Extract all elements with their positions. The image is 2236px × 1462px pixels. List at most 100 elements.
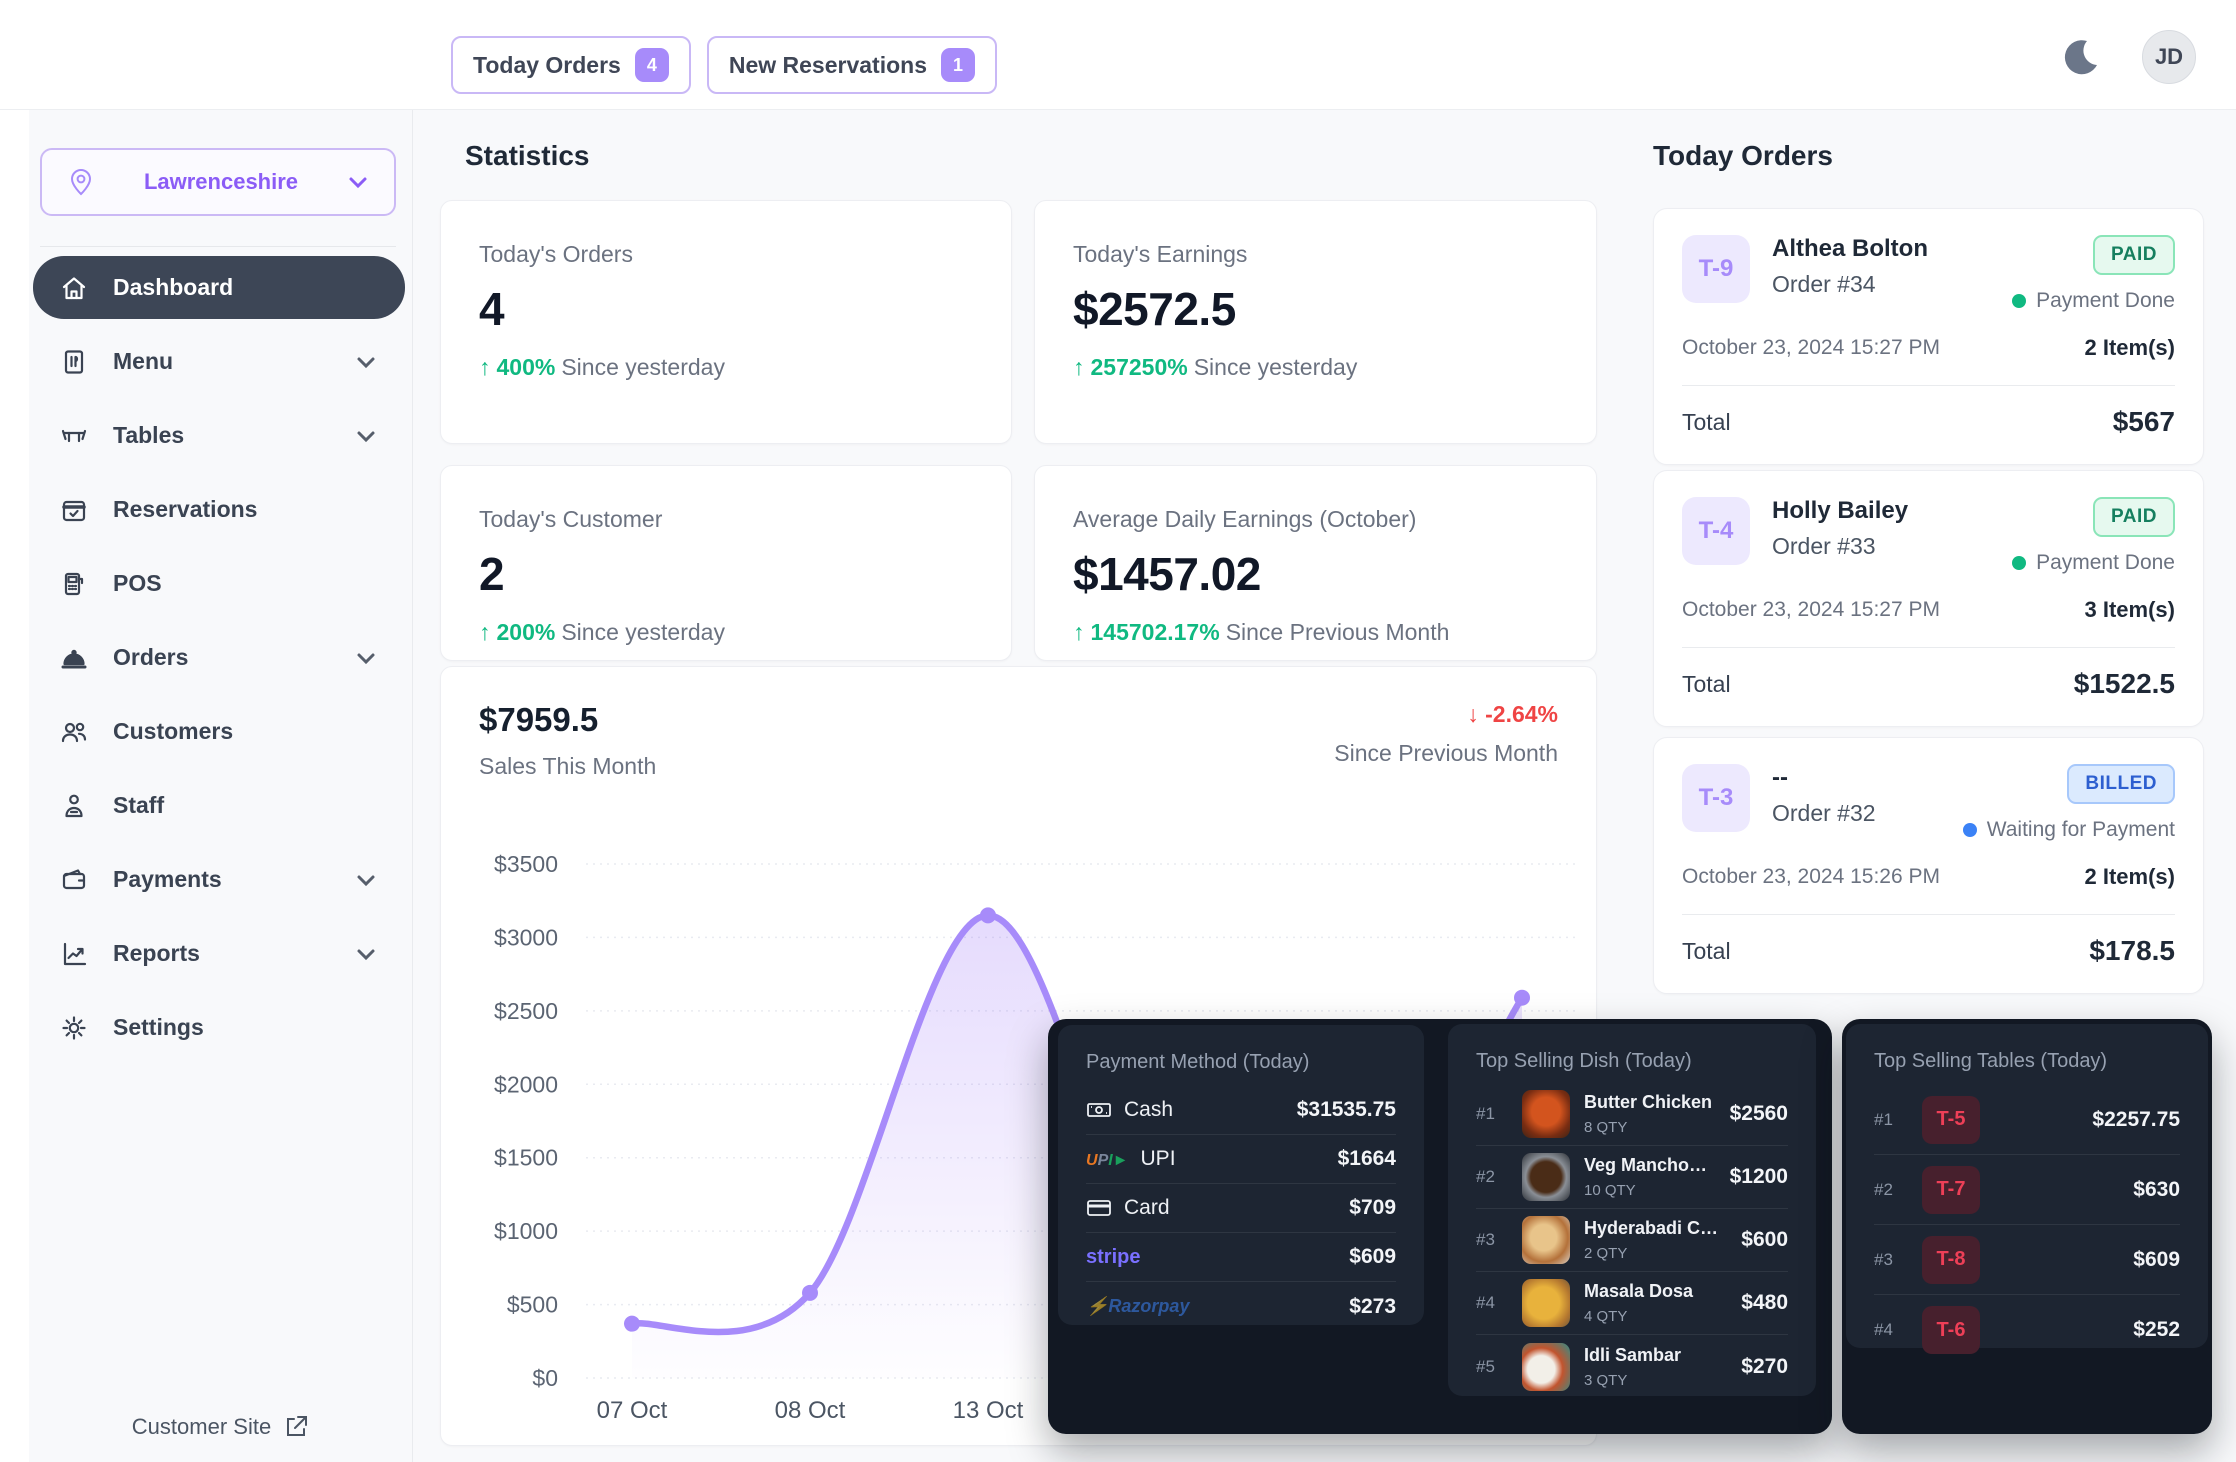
top-selling-dish-rows: #1 Butter Chicken 8 QTY $2560 #2 Veg Man… [1476,1083,1788,1398]
sidebar-item-label: Reports [113,940,329,967]
dish-qty: 8 QTY [1584,1119,1716,1136]
dish-qty: 4 QTY [1584,1308,1727,1325]
top-dish-row: #1 Butter Chicken 8 QTY $2560 [1476,1083,1788,1146]
topbar-tab-today-orders[interactable]: Today Orders 4 [451,36,691,94]
stat-value: 2 [479,547,973,601]
dish-rank: #2 [1476,1167,1508,1187]
dish-rank: #5 [1476,1357,1508,1377]
stat-change-period: Since yesterday [561,354,725,381]
stat-title: Today's Earnings [1073,241,1558,268]
dish-name: Veg Manchow Soup [1584,1155,1716,1176]
table-amount: $2257.75 [2092,1108,2180,1132]
stat-change-pct: 400% [497,354,556,381]
dish-name: Hyderabadi Chicken Biryani [1584,1218,1727,1239]
topbar-right: JD [2056,30,2196,84]
chevron-down-icon [353,423,379,449]
payment-method-name: Cash [1124,1098,1173,1122]
payment-method-row: ⚡Razorpay $273 [1086,1282,1396,1331]
sidebar-item-menu[interactable]: Menu [33,330,405,393]
chart-line-icon [59,939,89,969]
sidebar-item-reports[interactable]: Reports [33,922,405,985]
sidebar-item-reservations[interactable]: Reservations [33,478,405,541]
svg-text:$2500: $2500 [494,998,558,1024]
dish-amount: $1200 [1730,1165,1788,1189]
order-number: Order #32 [1772,800,1941,827]
stat-card: Today's Customer 2 ↑ 200% Since yesterda… [440,465,1012,661]
payment-method-title: Payment Method (Today) [1086,1051,1396,1074]
payment-method-row: Card $709 [1086,1184,1396,1233]
sidebar-item-staff[interactable]: Staff [33,774,405,837]
order-card-34[interactable]: T-9 Althea Bolton Order #34 PAID Payment… [1653,208,2204,465]
table-amount: $609 [2133,1248,2180,1272]
svg-text:07 Oct: 07 Oct [597,1397,668,1424]
users-icon [59,717,89,747]
top-dish-row: #5 Idli Sambar 3 QTY $270 [1476,1335,1788,1398]
dish-name: Masala Dosa [1584,1281,1727,1302]
top-selling-dish-title: Top Selling Dish (Today) [1476,1050,1788,1073]
top-table-row: #3 T-8 $609 [1874,1225,2180,1295]
order-total-label: Total [1682,938,1731,965]
order-status-badge: PAID [2093,235,2175,275]
moon-icon[interactable] [2056,32,2106,82]
card-icon [1086,1195,1112,1221]
table-rank: #3 [1874,1250,1906,1270]
sidebar: Lawrenceshire Dashboard Menu Tables Rese… [29,110,413,1462]
sales-change-note: Since Previous Month [1334,740,1558,767]
gear-icon [59,1013,89,1043]
sidebar-nav: Dashboard Menu Tables Reservations POS O… [33,256,405,1059]
order-number: Order #33 [1772,533,1990,560]
stat-change-period: Since yesterday [1194,354,1358,381]
order-card-divider [1682,914,2175,915]
sidebar-item-payments[interactable]: Payments [33,848,405,911]
table-badge: T-9 [1682,235,1750,303]
order-card-33[interactable]: T-4 Holly Bailey Order #33 PAID Payment … [1653,470,2204,727]
sidebar-item-tables[interactable]: Tables [33,404,405,467]
customer-site-link[interactable]: Customer Site [132,1414,309,1440]
dish-photo [1522,1090,1570,1138]
stat-card: Today's Earnings $2572.5 ↑ 257250% Since… [1034,200,1597,444]
avatar[interactable]: JD [2142,30,2196,84]
external-link-icon [283,1414,309,1440]
sidebar-item-pos[interactable]: POS [33,552,405,615]
stat-title: Today's Orders [479,241,973,268]
tab-label: New Reservations [729,52,927,79]
topbar-tab-new-reservations[interactable]: New Reservations 1 [707,36,997,94]
top-table-row: #4 T-6 $252 [1874,1295,2180,1365]
sidebar-item-orders[interactable]: Orders [33,626,405,689]
dish-photo [1522,1279,1570,1327]
home-icon [59,273,89,303]
dish-rank: #1 [1476,1104,1508,1124]
sidebar-item-dashboard[interactable]: Dashboard [33,256,405,319]
order-datetime: October 23, 2024 15:26 PM [1682,865,1940,889]
svg-text:$0: $0 [532,1365,558,1391]
payment-method-amount: $273 [1349,1295,1396,1319]
sidebar-item-label: Customers [113,718,379,745]
svg-text:$500: $500 [507,1292,558,1318]
cash-icon [1086,1097,1112,1123]
table-badge: T-6 [1922,1306,1980,1354]
order-status-badge: BILLED [2067,764,2175,804]
stat-change: ↑ 257250% Since yesterday [1073,354,1558,381]
stat-change-pct: 257250% [1091,354,1188,381]
dish-amount: $270 [1741,1355,1788,1379]
payment-method-row: stripe $609 [1086,1233,1396,1282]
stat-change: ↑ 145702.17% Since Previous Month [1073,619,1558,646]
sidebar-item-customers[interactable]: Customers [33,700,405,763]
stat-change-period: Since yesterday [561,619,725,646]
sidebar-item-settings[interactable]: Settings [33,996,405,1059]
location-selector[interactable]: Lawrenceshire [40,148,396,216]
arrow-up-icon: ↑ [479,354,491,381]
payment-method-amount: $609 [1349,1245,1396,1269]
tab-label: Today Orders [473,52,621,79]
top-selling-dish-card: Top Selling Dish (Today) #1 Butter Chick… [1448,1024,1816,1396]
dish-photo [1522,1343,1570,1391]
table-amount: $630 [2133,1178,2180,1202]
dish-name: Idli Sambar [1584,1345,1727,1366]
order-card-32[interactable]: T-3 -- Order #32 BILLED Waiting for Paym… [1653,737,2204,994]
top-table-row: #1 T-5 $2257.75 [1874,1085,2180,1155]
topbar-tabs: Today Orders 4 New Reservations 1 [451,36,997,94]
sales-chart-totals: $7959.5 Sales This Month [479,701,656,780]
topbar: Today Orders 4 New Reservations 1 JD [0,0,2236,110]
payment-method-amount: $709 [1349,1196,1396,1220]
sidebar-item-label: Dashboard [113,274,379,301]
